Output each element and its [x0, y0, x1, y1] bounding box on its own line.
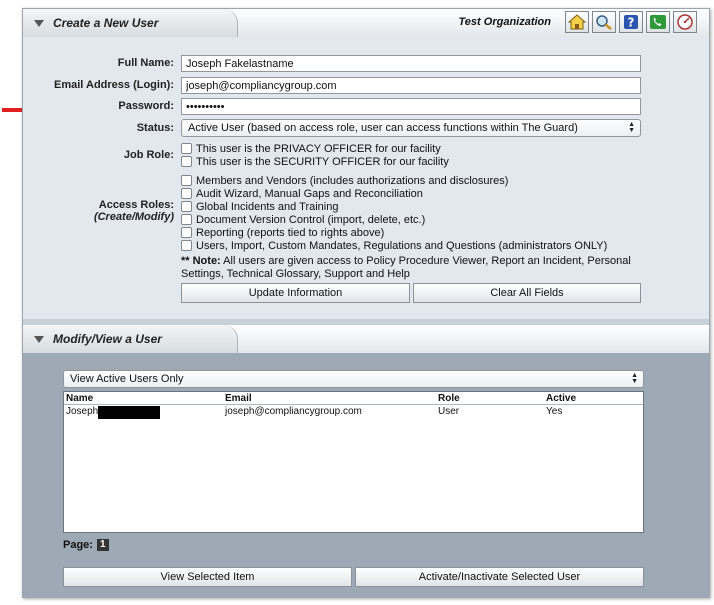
checkbox[interactable] — [181, 214, 192, 225]
modify-user-area: View Active Users Only ▲ ▼ Name Email Rol… — [23, 353, 709, 598]
user-filter-select[interactable]: View Active Users Only ▲ ▼ — [63, 370, 644, 388]
password-input[interactable] — [181, 98, 641, 115]
checkbox[interactable] — [181, 201, 192, 212]
toolbar: ? — [565, 11, 697, 33]
checkbox-label: Audit Wizard, Manual Gaps and Reconcilia… — [196, 187, 423, 200]
user-list-header: Name Email Role Active — [64, 392, 643, 405]
row-role: User — [438, 406, 460, 417]
full-name-label: Full Name: — [117, 57, 174, 69]
create-section-title: Create a New User — [53, 16, 159, 30]
password-label: Password: — [118, 100, 174, 112]
checkbox[interactable] — [181, 188, 192, 199]
email-label: Email Address (Login): — [54, 79, 174, 91]
user-list[interactable]: Name Email Role Active Joseph joseph@com… — [63, 391, 644, 533]
page-label: Page: — [63, 539, 93, 551]
row-active: Yes — [546, 406, 563, 417]
view-selected-item-button[interactable]: View Selected Item — [63, 567, 352, 587]
column-header-name[interactable]: Name — [64, 393, 225, 404]
select-arrows-icon: ▲ ▼ — [628, 121, 635, 134]
collapse-triangle-icon[interactable] — [34, 336, 44, 343]
select-arrows-icon: ▲ ▼ — [631, 372, 638, 385]
job-role-privacy-officer[interactable]: This user is the PRIVACY OFFICER for our… — [181, 142, 441, 155]
table-row[interactable]: Joseph joseph@compliancygroup.com User Y… — [64, 405, 643, 419]
svg-text:?: ? — [628, 16, 635, 30]
create-section-tab[interactable]: Create a New User — [23, 9, 238, 37]
checkbox[interactable] — [181, 240, 192, 251]
checkbox-label: Users, Import, Custom Mandates, Regulati… — [196, 239, 608, 252]
access-role-users-admin[interactable]: Users, Import, Custom Mandates, Regulati… — [181, 239, 607, 252]
checkbox[interactable] — [181, 227, 192, 238]
create-user-form: Full Name: Email Address (Login): Passwo… — [23, 37, 709, 319]
column-header-active[interactable]: Active — [546, 393, 636, 404]
status-select-value: Active User (based on access role, user … — [188, 122, 578, 134]
access-role-audit-wizard[interactable]: Audit Wizard, Manual Gaps and Reconcilia… — [181, 187, 423, 200]
modify-section-header: Modify/View a User — [23, 325, 709, 353]
clear-all-fields-button[interactable]: Clear All Fields — [413, 283, 641, 303]
dashboard-button[interactable] — [673, 11, 697, 33]
search-button[interactable] — [592, 11, 616, 33]
help-button[interactable]: ? — [619, 11, 643, 33]
access-roles-label: Access Roles: — [98, 199, 174, 211]
phone-icon — [650, 15, 666, 29]
row-email: joseph@compliancygroup.com — [225, 406, 362, 417]
job-role-security-officer[interactable]: This user is the SECURITY OFFICER for ou… — [181, 155, 449, 168]
checkbox-label: This user is the SECURITY OFFICER for ou… — [196, 155, 449, 168]
user-filter-value: View Active Users Only — [70, 373, 184, 385]
checkbox-label: Document Version Control (import, delete… — [196, 213, 426, 226]
checkbox[interactable] — [181, 143, 192, 154]
full-name-input[interactable] — [181, 55, 641, 72]
search-icon — [596, 15, 612, 30]
checkbox-label: Members and Vendors (includes authorizat… — [196, 174, 509, 187]
home-icon — [568, 14, 586, 30]
access-role-reporting[interactable]: Reporting (reports tied to rights above) — [181, 226, 384, 239]
access-note-text: All users are given access to Policy Pro… — [181, 255, 631, 280]
checkbox-label: Reporting (reports tied to rights above) — [196, 226, 385, 239]
modify-section-tab[interactable]: Modify/View a User — [23, 325, 238, 353]
organization-name: Test Organization — [458, 16, 552, 28]
home-button[interactable] — [565, 11, 589, 33]
access-role-global-incidents[interactable]: Global Incidents and Training — [181, 200, 338, 213]
redaction-block — [98, 406, 160, 419]
page-number-button[interactable]: 1 — [96, 539, 109, 551]
checkbox[interactable] — [181, 156, 192, 167]
checkbox-label: Global Incidents and Training — [196, 200, 339, 213]
access-role-document-version[interactable]: Document Version Control (import, delete… — [181, 213, 425, 226]
column-header-role[interactable]: Role — [438, 393, 546, 404]
row-name: Joseph — [66, 406, 99, 417]
status-select[interactable]: Active User (based on access role, user … — [181, 119, 641, 137]
update-information-button[interactable]: Update Information — [181, 283, 410, 303]
dashboard-icon — [677, 14, 693, 30]
checkbox[interactable] — [181, 175, 192, 186]
checkbox-label: This user is the PRIVACY OFFICER for our… — [196, 142, 441, 155]
access-note: ** Note: All users are given access to P… — [181, 255, 651, 281]
access-note-prefix: ** Note: — [181, 255, 221, 267]
access-roles-sublabel: (Create/Modify) — [93, 211, 174, 223]
job-role-label: Job Role: — [123, 149, 174, 161]
help-icon: ? — [624, 15, 638, 30]
collapse-triangle-icon[interactable] — [34, 20, 44, 27]
phone-button[interactable] — [646, 11, 670, 33]
create-section-header: Create a New User Test Organization ? — [23, 9, 709, 37]
status-label: Status: — [136, 122, 174, 134]
activate-inactivate-user-button[interactable]: Activate/Inactivate Selected User — [355, 567, 644, 587]
pagination: Page: 1 — [63, 539, 109, 551]
email-input[interactable] — [181, 77, 641, 94]
column-header-email[interactable]: Email — [225, 393, 438, 404]
access-role-members-vendors[interactable]: Members and Vendors (includes authorizat… — [181, 174, 508, 187]
user-management-panel: Create a New User Test Organization ? Fu… — [22, 8, 710, 598]
modify-section-title: Modify/View a User — [53, 332, 162, 346]
